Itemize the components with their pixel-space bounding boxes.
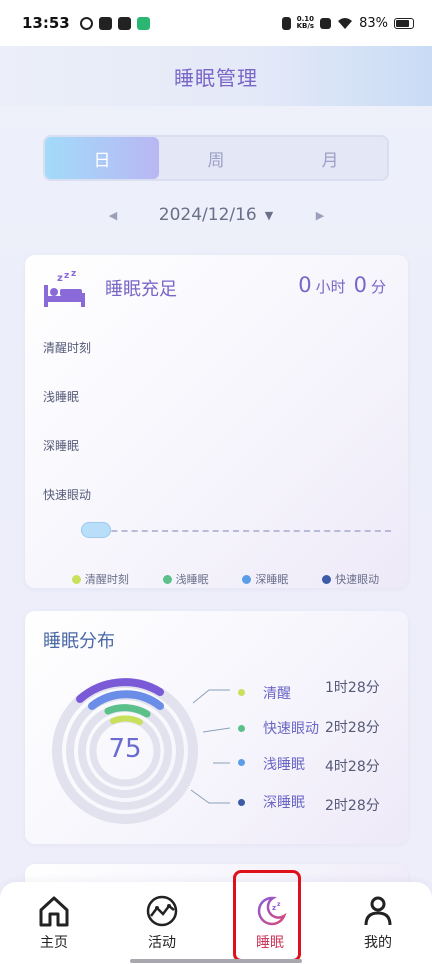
nav-activity-label: 活动 <box>148 935 176 951</box>
bed-zzz-icon: z z z <box>44 269 85 307</box>
legend-item: 深睡眠 <box>242 571 288 587</box>
legend-dot <box>71 574 81 584</box>
tab-day[interactable]: 日 <box>45 137 159 179</box>
home-indicator <box>130 959 302 963</box>
mail-icon <box>117 16 131 30</box>
battery-icon <box>394 17 414 29</box>
home-icon <box>39 896 69 927</box>
svg-text:z: z <box>64 271 69 281</box>
tab-week[interactable]: 周 <box>159 137 273 179</box>
legend-label: 清醒时刻 <box>84 573 129 586</box>
legend-label: 深睡眠 <box>255 573 289 586</box>
svg-text:z: z <box>57 273 63 284</box>
dist-value-rem: 2时28分 <box>325 720 380 736</box>
timeline-handle[interactable] <box>81 522 111 538</box>
nav-home-label: 主页 <box>40 935 68 951</box>
legend-dot <box>162 574 172 584</box>
dist-dot-rem <box>238 725 245 732</box>
sleep-status-title: 睡眠充足 <box>105 279 177 300</box>
legend-dot <box>242 574 252 584</box>
tiktok-icon <box>98 16 112 30</box>
caret-down-icon[interactable]: ▼ <box>265 209 273 222</box>
sleep-legend: 清醒时刻 浅睡眠 深睡眠 快速眼动 <box>25 571 408 587</box>
triangle-right-icon[interactable]: ▶ <box>310 209 330 222</box>
dist-label-deep: 深睡眠 <box>263 795 305 811</box>
date-value[interactable]: 2024/12/16 <box>159 205 257 225</box>
minutes-value: 0 <box>353 273 367 297</box>
stage-label-deep: 深睡眠 <box>43 439 80 453</box>
hours-value: 0 <box>298 273 312 297</box>
dist-dot-awake <box>238 689 245 696</box>
legend-item: 清醒时刻 <box>71 571 129 587</box>
dist-dot-deep <box>238 799 245 806</box>
nav-home[interactable]: 主页 <box>0 882 108 964</box>
network-speed: 0.10 KB/s <box>297 16 314 30</box>
svg-text:z: z <box>71 269 76 279</box>
hours-unit: 小时 <box>315 278 346 296</box>
dist-label-light: 浅睡眠 <box>263 757 305 773</box>
vibrate-icon <box>281 16 291 30</box>
battery-percent: 83% <box>359 15 388 31</box>
dist-value-deep: 2时28分 <box>325 798 380 814</box>
nav-profile[interactable]: 我的 <box>324 882 432 964</box>
page-title: 睡眠管理 <box>174 65 258 90</box>
activity-icon <box>146 895 178 927</box>
dist-label-awake: 清醒 <box>263 686 291 702</box>
triangle-left-icon[interactable]: ◀ <box>103 209 123 222</box>
user-icon <box>364 896 392 926</box>
dist-label-rem: 快速眼动 <box>263 721 319 737</box>
status-time: 13:53 <box>22 14 70 32</box>
legend-item: 快速眼动 <box>322 571 379 587</box>
legend-label: 浅睡眠 <box>175 573 209 586</box>
stage-label-rem: 快速眼动 <box>43 488 92 502</box>
sleep-distribution-card: 睡眠分布 75 清醒 1时28分 快速眼动 2时28分 浅睡眠 4时28分 深睡… <box>25 611 408 844</box>
bottom-nav: 主页 活动 z z 睡眠 我的 <box>0 882 432 964</box>
sim-off-icon <box>320 17 332 29</box>
nav-activity[interactable]: 活动 <box>108 882 216 964</box>
period-tabs: 日 周 月 <box>43 135 389 181</box>
date-selector: ◀ 2024/12/16 ▼ ▶ <box>0 198 432 232</box>
legend-item: 浅睡眠 <box>162 571 209 587</box>
wifi-icon <box>338 17 353 29</box>
distribution-title: 睡眠分布 <box>43 631 115 652</box>
sleep-summary-card: z z z 睡眠充足 0 小时 0 分 清醒时刻 浅睡眠 深睡眠 快速眼动 清醒… <box>25 255 408 588</box>
stage-label-awake: 清醒时刻 <box>43 341 92 355</box>
header: 睡眠管理 <box>0 46 432 106</box>
sleep-timeline <box>81 530 391 532</box>
dist-value-light: 4时28分 <box>325 759 380 775</box>
app-icon <box>136 16 150 30</box>
highlight-box <box>233 870 301 962</box>
network-speed-unit: KB/s <box>296 22 315 30</box>
status-bar: 13:53 0.10 KB/s 83% <box>0 0 432 46</box>
legend-label: 快速眼动 <box>335 573 380 586</box>
sleep-duration: 0 小时 0 分 <box>298 273 390 297</box>
minutes-unit: 分 <box>370 278 386 296</box>
legend-dot <box>322 574 332 584</box>
stage-label-light: 浅睡眠 <box>43 390 80 404</box>
dist-value-awake: 1时28分 <box>325 680 380 696</box>
dist-dot-light <box>238 759 245 766</box>
sleep-score: 75 <box>108 734 142 764</box>
notification-icon <box>79 16 93 30</box>
tab-month[interactable]: 月 <box>273 137 387 179</box>
nav-profile-label: 我的 <box>364 935 392 951</box>
